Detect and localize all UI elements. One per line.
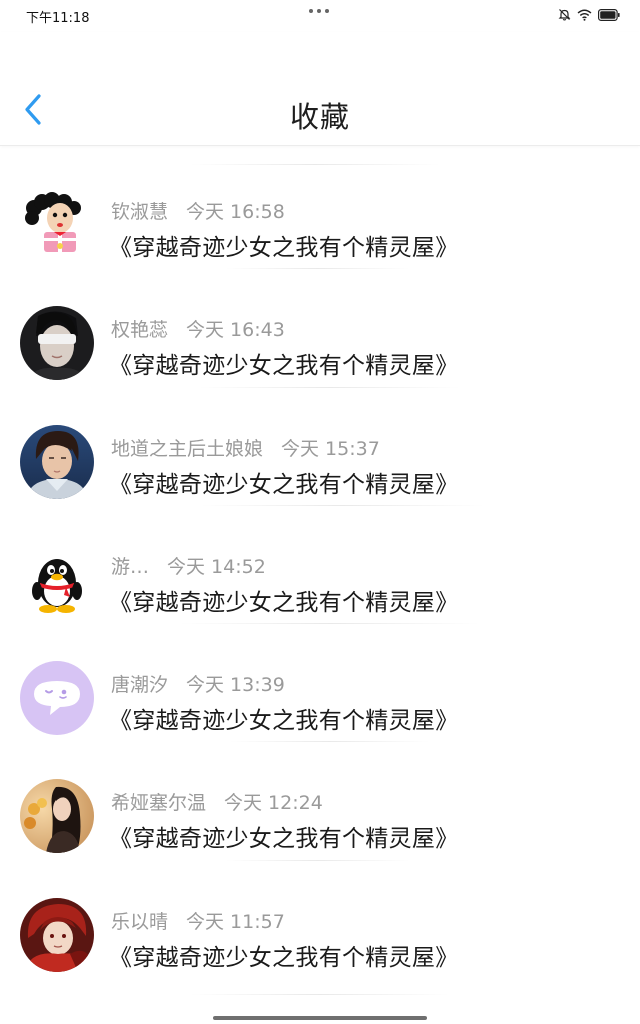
battery-icon [598, 8, 620, 21]
header: 收藏 [0, 32, 640, 146]
divider [225, 268, 410, 270]
avatar[interactable] [20, 542, 94, 617]
sender-name: 权艳蕊 [111, 319, 169, 342]
divider [190, 164, 440, 165]
favorite-item[interactable]: 游… 今天 14:52 《穿越奇迹少女之我有个精灵屋》 [0, 504, 640, 623]
favorite-content: 《穿越奇迹少女之我有个精灵屋》 [109, 471, 459, 498]
favorite-item[interactable]: 权艳蕊 今天 16:43 《穿越奇迹少女之我有个精灵屋》 [0, 268, 640, 386]
favorite-content: 《穿越奇迹少女之我有个精灵屋》 [109, 944, 459, 971]
avatar[interactable] [20, 306, 94, 381]
item-meta: 地道之主后土娘娘 今天 15:37 [111, 434, 380, 461]
item-time: 今天 11:57 [186, 910, 285, 933]
avatar[interactable] [20, 897, 94, 972]
item-time: 今天 14:52 [167, 555, 266, 578]
favorite-content: 《穿越奇迹少女之我有个精灵屋》 [109, 589, 459, 616]
favorite-item[interactable]: 地道之主后土娘娘 今天 15:37 《穿越奇迹少女之我有个精灵屋》 [0, 386, 640, 505]
divider [180, 623, 480, 625]
wifi-icon [577, 9, 592, 21]
avatar[interactable] [20, 424, 94, 499]
sender-name: 钦淑慧 [111, 201, 169, 223]
favorite-item[interactable]: 乐以晴 今天 11:57 《穿越奇迹少女之我有个精灵屋》 [0, 859, 640, 978]
anime-man-avatar-icon [20, 424, 94, 499]
red-hair-avatar-icon [20, 897, 94, 972]
divider [200, 504, 485, 506]
item-time: 今天 15:37 [281, 437, 380, 460]
sender-name: 唐潮汐 [111, 674, 169, 697]
status-time: 下午11:18 [26, 11, 90, 26]
item-time: 今天 16:43 [186, 319, 285, 342]
favorites-list: 钦淑慧 今天 16:58 《穿越奇迹少女之我有个精灵屋》 权艳蕊 今天 16:43 … [0, 150, 640, 978]
item-meta: 唐潮汐 今天 13:39 [111, 670, 285, 697]
sender-name: 乐以晴 [111, 910, 169, 933]
favorite-content: 《穿越奇迹少女之我有个精灵屋》 [109, 826, 459, 853]
home-indicator[interactable] [213, 1016, 427, 1020]
bell-off-icon [558, 9, 571, 21]
status-bar: 下午11:18 [0, 0, 640, 32]
item-meta: 钦淑慧 今天 16:58 [111, 197, 285, 224]
favorite-content: 《穿越奇迹少女之我有个精灵屋》 [109, 353, 459, 380]
purple-chat-avatar-icon [20, 661, 94, 736]
sender-name: 游… [111, 555, 150, 578]
avatar[interactable] [20, 188, 94, 262]
item-meta: 乐以晴 今天 11:57 [111, 907, 285, 934]
item-time: 今天 13:39 [186, 674, 285, 697]
divider [230, 741, 430, 743]
item-meta: 希娅塞尔温 今天 12:24 [111, 788, 323, 815]
item-meta: 权艳蕊 今天 16:43 [111, 315, 285, 342]
page-title: 收藏 [289, 100, 350, 134]
more-dots-icon [309, 9, 329, 13]
qq-penguin-avatar-icon [20, 542, 94, 617]
favorite-content: 《穿越奇迹少女之我有个精灵屋》 [109, 708, 459, 735]
blindfold-boy-avatar-icon [20, 306, 94, 381]
cartoon-girl-avatar-icon [20, 188, 94, 262]
status-icons [558, 8, 620, 21]
flower-girl-avatar-icon [20, 779, 94, 854]
item-meta: 游… 今天 14:52 [111, 552, 266, 579]
divider [200, 386, 460, 388]
divider [225, 859, 410, 861]
sender-name: 希娅塞尔温 [111, 792, 207, 815]
sender-name: 地道之主后土娘娘 [111, 437, 264, 460]
item-time: 今天 12:24 [224, 792, 323, 815]
item-time: 今天 16:58 [186, 201, 285, 223]
favorite-content: 《穿越奇迹少女之我有个精灵屋》 [109, 235, 459, 261]
avatar[interactable] [20, 779, 94, 854]
favorite-item[interactable]: 希娅塞尔温 今天 12:24 《穿越奇迹少女之我有个精灵屋》 [0, 741, 640, 859]
favorite-item[interactable]: 唐潮汐 今天 13:39 《穿越奇迹少女之我有个精灵屋》 [0, 623, 640, 741]
favorite-item[interactable]: 钦淑慧 今天 16:58 《穿越奇迹少女之我有个精灵屋》 [0, 150, 640, 268]
avatar[interactable] [20, 661, 94, 736]
divider [190, 994, 450, 995]
